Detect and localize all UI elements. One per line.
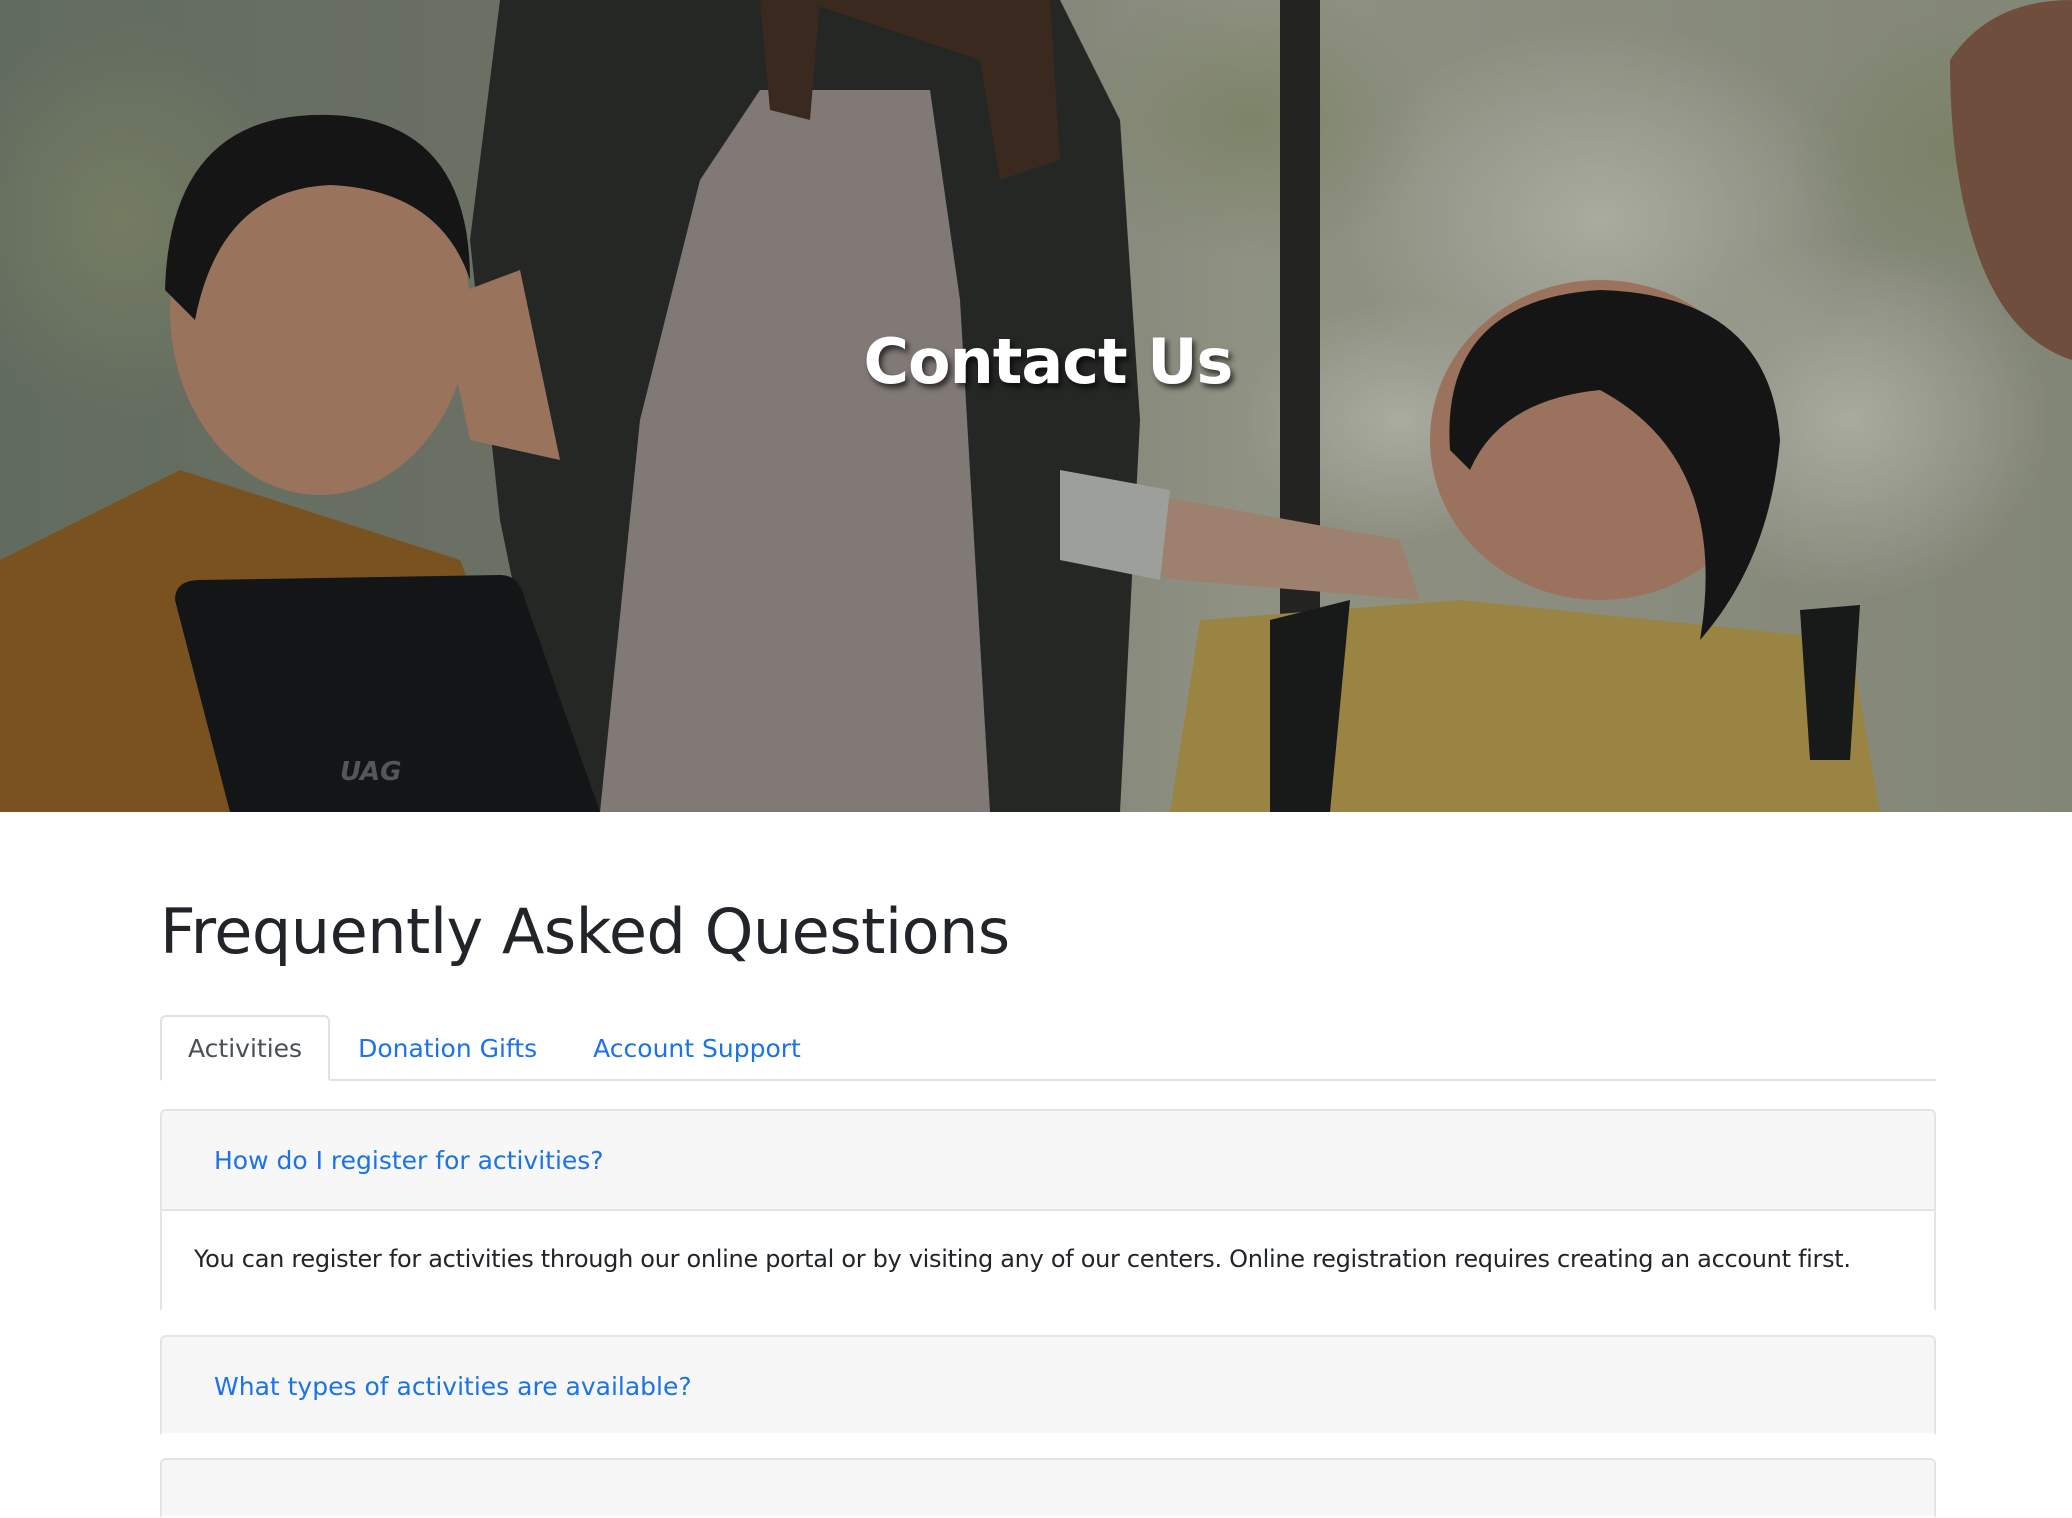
hero-overlay xyxy=(0,0,2072,812)
tab-donation-gifts[interactable]: Donation Gifts xyxy=(330,1015,565,1081)
faq-item: How do I register for activities? You ca… xyxy=(160,1109,1936,1311)
hero-banner: UAG Contact Us xyxy=(0,0,2072,812)
faq-question-button[interactable] xyxy=(162,1460,1934,1516)
faq-answer: You can register for activities through … xyxy=(162,1209,1934,1307)
tab-activities[interactable]: Activities xyxy=(160,1015,331,1081)
faq-heading: Frequently Asked Questions xyxy=(160,895,1010,968)
faq-question-button[interactable]: What types of activities are available? xyxy=(162,1337,1934,1433)
page-title: Contact Us xyxy=(863,325,1234,398)
faq-item: What types of activities are available? xyxy=(160,1335,1936,1435)
faq-item xyxy=(160,1458,1936,1518)
faq-tabs: Activities Donation Gifts Account Suppor… xyxy=(160,1004,1936,1081)
tab-account-support[interactable]: Account Support xyxy=(565,1015,829,1081)
faq-question-button[interactable]: How do I register for activities? xyxy=(162,1111,1934,1209)
